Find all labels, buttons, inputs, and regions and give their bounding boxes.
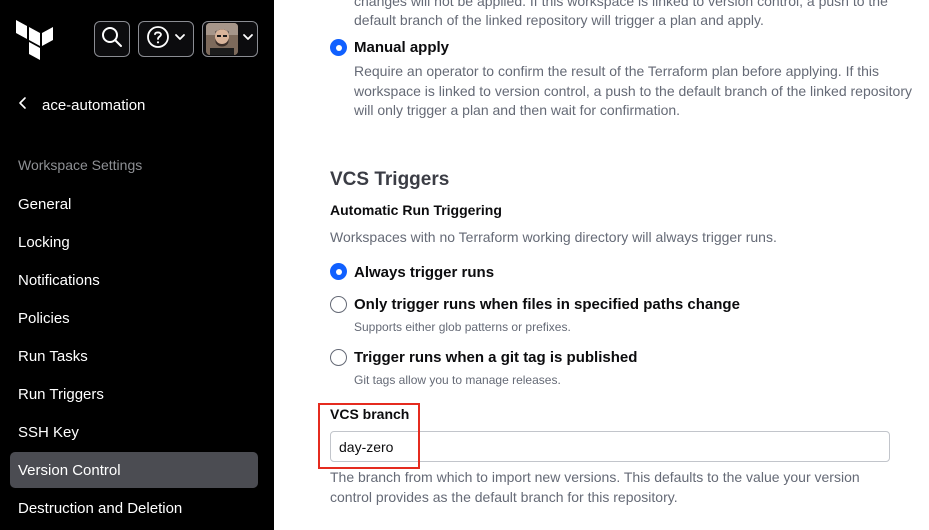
- path-trigger-label[interactable]: Only trigger runs when files in specifie…: [354, 296, 740, 313]
- sidebar-item-notifications[interactable]: Notifications: [10, 262, 258, 298]
- sidebar-item-general[interactable]: General: [10, 186, 258, 222]
- sidebar-item-label: Policies: [18, 309, 70, 327]
- sidebar-item-label: Notifications: [18, 271, 100, 289]
- manual-apply-label[interactable]: Manual apply: [354, 39, 449, 56]
- help-menu-button[interactable]: [138, 21, 194, 57]
- main-content: changes will not be applied. If this wor…: [274, 0, 929, 530]
- section-label: Workspace Settings: [18, 157, 143, 173]
- sidebar-item-run-tasks[interactable]: Run Tasks: [10, 338, 258, 374]
- sidebar-item-ssh-key[interactable]: SSH Key: [10, 414, 258, 450]
- always-trigger-label[interactable]: Always trigger runs: [354, 264, 494, 281]
- sidebar-item-label: General: [18, 195, 72, 213]
- git-tag-trigger-radio[interactable]: [330, 349, 347, 366]
- help-icon: [146, 25, 170, 54]
- avatar: [206, 23, 238, 55]
- manual-apply-description: Require an operator to confirm the resul…: [354, 63, 912, 118]
- back-to-workspace-link[interactable]: ace-automation: [18, 96, 145, 114]
- automatic-run-triggering-heading: Automatic Run Triggering: [330, 202, 502, 218]
- sidebar-item-policies[interactable]: Policies: [10, 300, 258, 336]
- git-tag-trigger-label[interactable]: Trigger runs when a git tag is published: [354, 349, 637, 366]
- sidebar-item-label: Destruction and Deletion: [18, 499, 183, 517]
- sidebar-item-locking[interactable]: Locking: [10, 224, 258, 260]
- sidebar-item-run-triggers[interactable]: Run Triggers: [10, 376, 258, 412]
- always-trigger-radio[interactable]: [330, 263, 347, 280]
- git-tag-trigger-help: Git tags allow you to manage releases.: [354, 373, 561, 387]
- workspace-name: ace-automation: [42, 96, 146, 114]
- sidebar-item-version-control[interactable]: Version Control: [10, 452, 258, 488]
- vcs-branch-input[interactable]: [330, 431, 890, 462]
- sidebar-item-label: Run Tasks: [18, 347, 88, 365]
- vcs-triggers-description: Workspaces with no Terraform working dir…: [330, 229, 777, 245]
- chevron-down-icon: [242, 30, 254, 48]
- terraform-logo[interactable]: [16, 20, 54, 60]
- search-button[interactable]: [94, 21, 130, 57]
- vcs-branch-help: The branch from which to import new vers…: [330, 469, 860, 505]
- sidebar-item-label: Locking: [18, 233, 70, 251]
- chevron-down-icon: [174, 30, 186, 48]
- sidebar: ace-automation Workspace Settings Genera…: [0, 0, 274, 530]
- search-icon: [101, 26, 123, 53]
- sidebar-item-destruction-and-deletion[interactable]: Destruction and Deletion: [10, 490, 258, 526]
- vcs-branch-label: VCS branch: [330, 406, 410, 422]
- manual-apply-radio[interactable]: [330, 39, 347, 56]
- sidebar-item-label: SSH Key: [18, 423, 79, 441]
- sidebar-item-label: Run Triggers: [18, 385, 104, 403]
- user-menu-button[interactable]: [202, 21, 258, 57]
- sidebar-item-label: Version Control: [18, 461, 121, 479]
- auto-apply-description: changes will not be applied. If this wor…: [354, 0, 888, 28]
- chevron-left-icon: [18, 96, 28, 114]
- path-trigger-help: Supports either glob patterns or prefixe…: [354, 320, 571, 334]
- path-trigger-radio[interactable]: [330, 296, 347, 313]
- vcs-triggers-heading: VCS Triggers: [330, 169, 450, 190]
